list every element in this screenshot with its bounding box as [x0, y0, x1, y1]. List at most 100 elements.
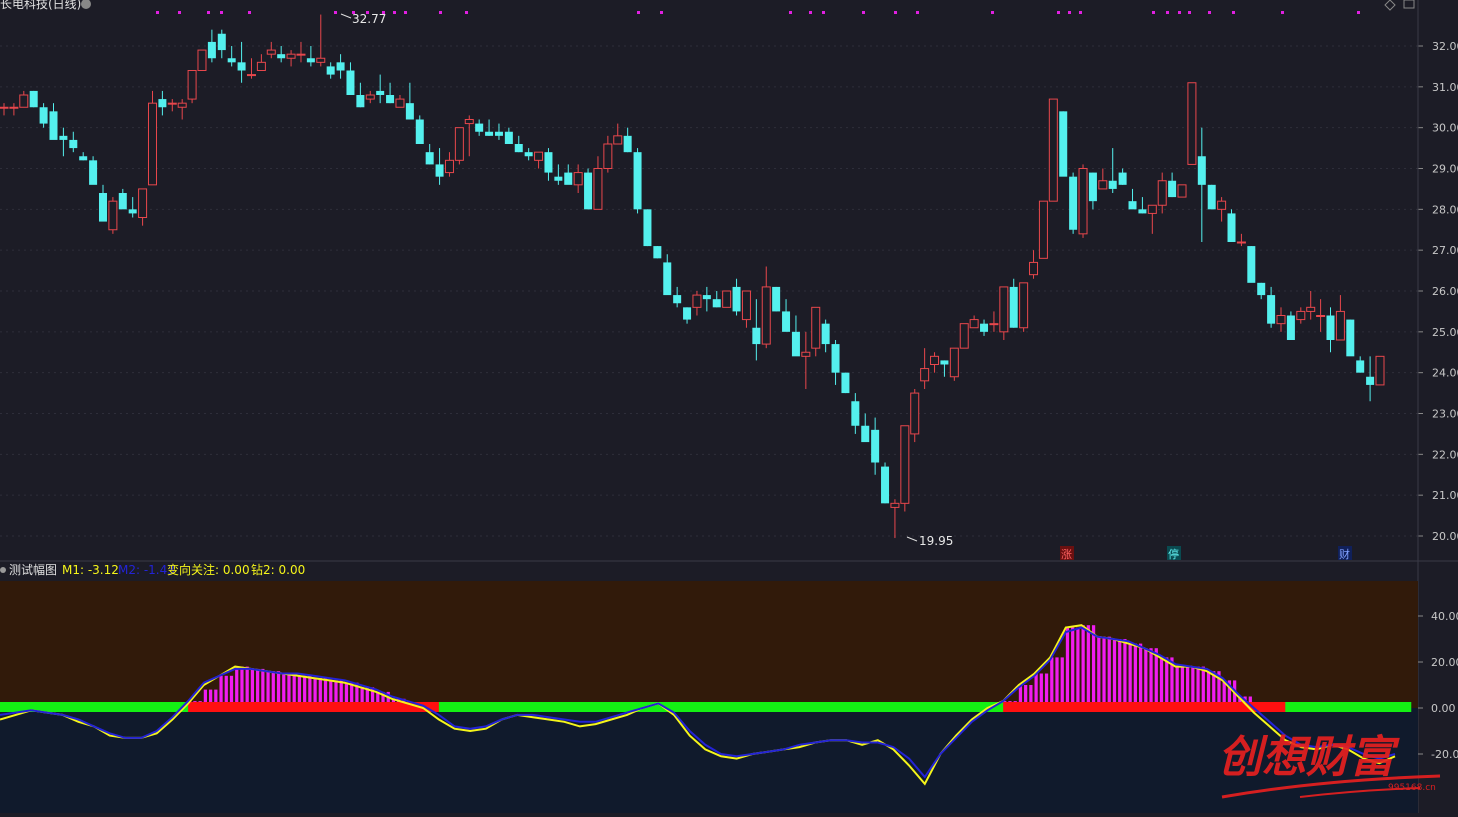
candle-body: [108, 200, 118, 231]
state-band-segment: [862, 702, 879, 712]
price-tick-label: 27.00: [1432, 244, 1458, 257]
state-band-segment: [564, 702, 581, 712]
signal-dot: [1166, 11, 1169, 14]
candle-body: [475, 123, 484, 132]
histogram-bar: [1102, 636, 1106, 708]
candle-body: [1098, 180, 1108, 190]
state-band-segment: [611, 702, 628, 712]
histogram-bar: [1175, 666, 1179, 708]
histogram-bar: [1118, 639, 1122, 708]
state-band-segment: [673, 702, 691, 712]
signal-dot: [862, 11, 865, 14]
candle-body: [207, 41, 216, 59]
candle: [949, 347, 959, 381]
candle-body: [128, 209, 137, 214]
state-band-segment: [0, 702, 17, 712]
candle-body: [79, 156, 88, 161]
state-band-segment: [266, 702, 283, 712]
indicator-title[interactable]: 测试幅图: [9, 562, 57, 577]
candle-body: [29, 90, 38, 108]
candle-body: [663, 262, 672, 296]
candle-body: [782, 311, 791, 332]
candle-body: [306, 58, 315, 63]
candle-body: [346, 70, 355, 95]
event-tag-halt[interactable]: 停: [1167, 546, 1181, 561]
state-band-segment: [94, 702, 111, 712]
drill-readout: 钻2: 0.00: [251, 562, 305, 577]
histogram-bar: [1165, 657, 1169, 708]
candle-body: [544, 152, 553, 173]
candle-body: [841, 372, 850, 394]
candle-body: [1267, 295, 1276, 324]
candle-body: [949, 347, 959, 378]
signal-dot: [789, 11, 792, 14]
price-tick-label: 20.00: [1432, 530, 1458, 543]
candle-body: [286, 53, 296, 59]
candle-body: [959, 323, 969, 349]
state-band-segment: [1018, 702, 1036, 712]
candle: [1069, 172, 1078, 234]
candle-body: [227, 58, 236, 63]
candle: [1207, 184, 1216, 210]
price-tick-label: 22.00: [1432, 448, 1458, 461]
candle-body: [237, 62, 246, 71]
candle-body: [485, 131, 494, 136]
candle-body: [326, 66, 335, 75]
price-tick-label: 25.00: [1432, 326, 1458, 339]
chart-canvas[interactable]: 32.00 31.00 30.00 29.00 28.00 27.00 26.00 25.00…: [0, 0, 1458, 813]
candle: [1247, 246, 1256, 283]
indicator-settings-icon[interactable]: [0, 567, 6, 573]
tag-label: 财: [1339, 547, 1350, 561]
candle-body: [989, 323, 999, 326]
candle: [643, 209, 652, 247]
candle-body: [1038, 200, 1048, 259]
candle: [197, 49, 207, 71]
candle-body: [177, 102, 187, 108]
candle-body: [801, 351, 811, 357]
signal-dot: [156, 11, 159, 14]
candle-body: [1187, 82, 1197, 165]
candle-body: [980, 323, 989, 332]
event-tag-limit-up[interactable]: 涨: [1060, 546, 1074, 561]
event-tag-finance[interactable]: 财: [1338, 546, 1352, 561]
candle: [1177, 184, 1187, 198]
candle: [722, 290, 732, 308]
candle-body: [623, 135, 632, 153]
state-band-segment: [1159, 702, 1177, 712]
price-tick-label: 23.00: [1432, 408, 1458, 421]
histogram-bar: [1133, 643, 1137, 708]
candle-body: [1168, 180, 1177, 198]
stock-title[interactable]: 长电科技(日线): [0, 0, 81, 11]
indicator-lower-zone: [0, 708, 1418, 813]
candle: [1346, 319, 1355, 357]
signal-dot: [1208, 11, 1211, 14]
price-tick-label: 31.00: [1432, 81, 1458, 94]
candle-body: [386, 95, 395, 104]
candle: [1019, 282, 1029, 332]
indicator-state-band: [0, 702, 1412, 712]
candle-body: [1029, 261, 1039, 276]
indicator-tick-label: 40.00: [1431, 610, 1458, 623]
candle-body: [761, 286, 771, 345]
candle-body: [187, 70, 197, 100]
signal-dot: [1079, 11, 1082, 14]
state-band-segment: [830, 702, 848, 712]
candle-body: [712, 299, 721, 308]
candle-body: [900, 425, 910, 504]
candle: [584, 168, 593, 210]
candle: [1286, 311, 1295, 340]
state-band-segment: [705, 702, 722, 712]
state-band-segment: [893, 702, 910, 712]
tag-label: 停: [1168, 547, 1179, 561]
histogram-bar: [1060, 657, 1064, 708]
signal-dot: [822, 11, 825, 14]
state-band-segment: [470, 702, 487, 712]
state-band-segment: [485, 702, 503, 712]
price-panel[interactable]: [0, 0, 1418, 560]
state-band-segment: [219, 702, 236, 712]
candle-body: [217, 33, 226, 51]
histogram-bar: [1081, 625, 1085, 708]
histogram-bar: [1050, 657, 1054, 708]
candle: [454, 127, 464, 165]
state-band-segment: [313, 702, 330, 712]
